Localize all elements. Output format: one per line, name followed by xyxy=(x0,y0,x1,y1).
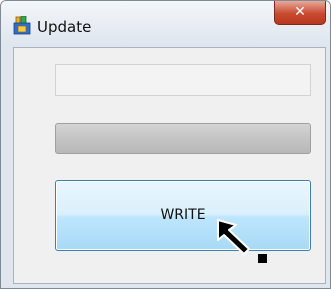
window-bottom-edge xyxy=(1,284,330,288)
window-title: Update xyxy=(37,18,92,36)
package-icon xyxy=(13,16,31,35)
client-area: WRITE xyxy=(13,47,326,284)
write-button[interactable]: WRITE xyxy=(55,180,311,251)
write-button-label: WRITE xyxy=(160,207,206,223)
status-field xyxy=(55,64,311,96)
close-icon: ✕ xyxy=(294,4,306,20)
update-window: Update ✕ WRITE xyxy=(0,0,331,289)
progress-bar xyxy=(55,123,311,154)
pointer-cursor-icon xyxy=(217,219,267,263)
title-bar[interactable]: Update ✕ xyxy=(1,1,330,47)
close-button[interactable]: ✕ xyxy=(274,1,326,25)
